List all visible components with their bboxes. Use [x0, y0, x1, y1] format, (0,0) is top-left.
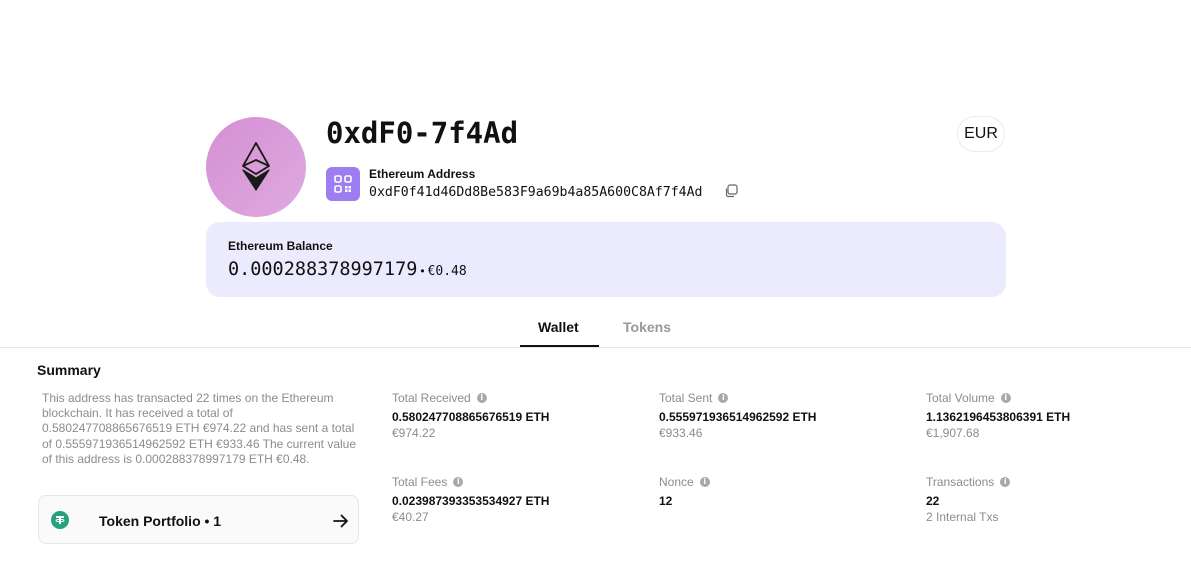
stat-label: Total Received — [392, 391, 471, 405]
token-portfolio-label: Token Portfolio • 1 — [99, 513, 222, 529]
stat-value: 0.580247708865676519 ETH — [392, 410, 550, 424]
ethereum-avatar — [206, 117, 306, 217]
stat-value: 0.023987393353534927 ETH — [392, 494, 550, 508]
stat-value: 12 — [659, 494, 673, 508]
tab-wallet[interactable]: Wallet — [538, 319, 579, 335]
info-icon[interactable]: i — [699, 477, 710, 487]
tab-divider — [0, 347, 1191, 348]
stat-fiat-value: €933.46 — [659, 426, 703, 440]
balance-card: Ethereum Balance 0.000288378997179 • €0.48 — [206, 222, 1006, 297]
stat-value: 22 — [926, 494, 940, 508]
stat-fiat-value: €1,907.68 — [926, 426, 980, 440]
qr-code-icon — [334, 175, 352, 193]
stat-total-volume: Total Volume i 1.1362196453806391 ETH €1,… — [926, 390, 1070, 440]
copy-icon[interactable] — [724, 184, 738, 198]
stat-label: Total Fees — [392, 475, 448, 489]
info-icon[interactable]: i — [718, 393, 729, 403]
stat-fiat-value: €40.27 — [392, 510, 429, 524]
stat-value: 0.555971936514962592 ETH — [659, 410, 817, 424]
stat-label: Nonce — [659, 475, 694, 489]
full-address: 0xdF0f41d46Dd8Be583F9a69b4a85A600C8Af7f4… — [369, 185, 703, 200]
stat-internal-txs: 2 Internal Txs — [926, 510, 999, 524]
balance-value: 0.000288378997179 — [228, 259, 418, 280]
tab-tokens[interactable]: Tokens — [623, 319, 671, 335]
token-portfolio-button[interactable]: Token Portfolio • 1 — [38, 495, 359, 544]
stat-nonce: Nonce i 12 — [659, 474, 710, 510]
stat-value: 1.1362196453806391 ETH — [926, 410, 1071, 424]
balance-line: 0.000288378997179 • €0.48 — [228, 259, 467, 280]
stat-total-received: Total Received i 0.580247708865676519 ETH… — [392, 390, 549, 440]
stat-label: Transactions — [926, 475, 995, 489]
info-icon[interactable]: i — [1000, 393, 1011, 403]
stat-label: Total Sent — [659, 391, 713, 405]
stat-total-sent: Total Sent i 0.555971936514962592 ETH €93… — [659, 390, 816, 440]
currency-selector[interactable]: EUR — [957, 116, 1005, 152]
balance-label: Ethereum Balance — [228, 239, 333, 253]
stat-transactions: Transactions i 22 2 Internal Txs — [926, 474, 1011, 524]
info-icon[interactable]: i — [1000, 477, 1011, 487]
tab-bar: Wallet Tokens — [0, 310, 1191, 348]
balance-fiat-value: €0.48 — [427, 264, 467, 279]
address-label: Ethereum Address — [369, 167, 476, 181]
stat-label: Total Volume — [926, 391, 995, 405]
summary-title: Summary — [37, 362, 101, 378]
stat-total-fees: Total Fees i 0.023987393353534927 ETH €40… — [392, 474, 549, 524]
arrow-right-icon — [333, 514, 348, 528]
address-title: 0xdF0-7f4Ad — [326, 116, 519, 150]
summary-text: This address has transacted 22 times on … — [42, 391, 357, 466]
ethereum-icon — [242, 142, 270, 191]
qr-code-button[interactable] — [326, 167, 360, 201]
info-icon[interactable]: i — [453, 477, 464, 487]
stat-fiat-value: €974.22 — [392, 426, 436, 440]
tether-icon — [51, 511, 69, 529]
wallet-page: 0xdF0-7f4Ad Ethereum Address 0xdF0f41d46… — [0, 0, 1191, 562]
balance-separator: • — [420, 264, 425, 278]
info-icon[interactable]: i — [476, 393, 487, 403]
